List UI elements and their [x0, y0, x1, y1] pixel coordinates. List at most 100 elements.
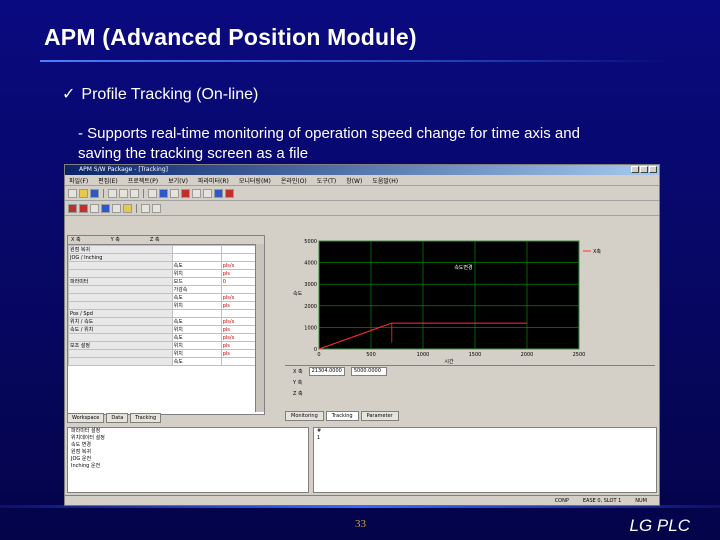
axis-z-header[interactable]: Z 축 — [150, 236, 160, 244]
jog-icon[interactable] — [123, 203, 132, 213]
parameter-panel: X 축 Y 축 Z 축 원점 복귀 JOG / Inching 속도 pls/s 위치 p… — [67, 235, 265, 415]
title-rule — [40, 60, 670, 62]
parameter-row[interactable]: 가감속 — [68, 285, 265, 294]
axis-icon[interactable] — [101, 203, 110, 213]
menu-file[interactable]: 파일(F) — [69, 176, 88, 185]
parameter-label: Pos / Spd — [68, 309, 173, 318]
message-row[interactable]: 위치데이터 설정 — [68, 435, 308, 442]
parameter-row[interactable]: 위치 pls — [68, 269, 265, 278]
x-tick-label: 1500 — [469, 352, 482, 358]
toolbar-separator — [143, 188, 144, 198]
check-icon: ✓ — [62, 86, 76, 103]
parameter-label — [68, 269, 173, 278]
parameter-row[interactable]: JOG / Inching — [68, 253, 265, 262]
chart-annotation: 속도변경 — [454, 264, 472, 271]
parameter-unit: 속도 — [171, 333, 222, 342]
menu-project[interactable]: 프로젝트(P) — [128, 176, 158, 185]
menu-window[interactable]: 창(W) — [346, 176, 362, 185]
parameter-row[interactable]: 원점 복귀 — [68, 245, 265, 254]
tab-tracking[interactable]: Tracking — [325, 411, 359, 421]
parameter-row[interactable]: 보조 설정 위치 pls — [68, 341, 265, 350]
tab-data[interactable]: Data — [106, 413, 129, 423]
menu-help[interactable]: 도움말(H) — [372, 176, 398, 185]
parameter-row[interactable]: 위치 / 속도 속도 pls/s — [68, 317, 265, 326]
disconnect-icon[interactable] — [170, 188, 179, 198]
parameter-label: 위치 / 속도 — [68, 317, 173, 326]
step-icon[interactable] — [90, 203, 99, 213]
sub-bullet: - Supports real-time monitoring of opera… — [78, 124, 688, 164]
home-icon[interactable] — [112, 203, 121, 213]
toolbar-2 — [65, 201, 659, 216]
max-field[interactable]: 5000.0000 — [350, 367, 387, 376]
stop-icon[interactable] — [181, 188, 190, 198]
message-row[interactable]: 속도 변경 — [68, 442, 308, 449]
parameter-unit: 위치 — [171, 341, 222, 350]
minimize-button[interactable] — [631, 166, 639, 173]
connect-icon[interactable] — [159, 188, 168, 198]
status-bar: CONP EASE 0, SLOT 1 NUM — [65, 495, 659, 505]
run-icon[interactable] — [68, 203, 77, 213]
control-row: X 축 21304.0000 5000.0000 — [285, 366, 655, 377]
parameter-row[interactable]: 속도 — [68, 357, 265, 366]
parameter-unit: 위치 — [171, 269, 222, 278]
record-icon[interactable] — [225, 188, 234, 198]
parameter-row[interactable]: 파라미터 모드 0 — [68, 277, 265, 286]
parameter-row[interactable]: 속도 pls/s — [68, 261, 265, 270]
parameter-row[interactable]: 속도 pls/s — [68, 293, 265, 302]
read-icon[interactable] — [203, 188, 212, 198]
parameter-row[interactable]: 속도 pls/s — [68, 333, 265, 342]
page-number: 33 — [355, 518, 366, 530]
zoom-in-icon[interactable] — [141, 203, 150, 213]
cut-icon[interactable] — [108, 188, 117, 198]
parameter-row[interactable]: 속도 / 위치 위치 pls — [68, 325, 265, 334]
parameter-label — [68, 349, 173, 358]
write-icon[interactable] — [192, 188, 201, 198]
save-icon[interactable] — [90, 188, 99, 198]
axis-x-header[interactable]: X 축 — [71, 236, 81, 244]
axis-y-header[interactable]: Y 축 — [111, 236, 120, 244]
parameter-unit: 위치 — [171, 301, 222, 310]
tab-monitoring[interactable]: Monitoring — [285, 411, 324, 421]
x-tick-label: 1000 — [417, 352, 430, 358]
menu-tools[interactable]: 도구(T) — [317, 176, 336, 185]
control-label-x: X 축 — [293, 369, 303, 375]
parameter-label — [68, 293, 173, 302]
x-axis-label: 시간 — [444, 358, 454, 365]
menu-parameter[interactable]: 파라미터(R) — [198, 176, 229, 185]
sub-bullet-line-1: - Supports real-time monitoring of opera… — [78, 125, 580, 142]
footer-rule — [0, 505, 720, 508]
menu-edit[interactable]: 편집(E) — [98, 176, 118, 185]
tab-tracking-left[interactable]: Tracking — [130, 413, 162, 423]
plot-background — [318, 240, 580, 350]
menu-view[interactable]: 보기(V) — [168, 176, 188, 185]
menu-monitoring[interactable]: 모니터링(M) — [239, 176, 271, 185]
tab-parameter[interactable]: Parameter — [360, 411, 399, 421]
menu-online[interactable]: 온라인(O) — [281, 176, 307, 185]
x-tick-label: 0 — [317, 352, 320, 358]
paste-icon[interactable] — [130, 188, 139, 198]
open-icon[interactable] — [79, 188, 88, 198]
tab-workspace[interactable]: Workspace — [67, 413, 105, 423]
close-button[interactable] — [649, 166, 657, 173]
monitor-icon[interactable] — [214, 188, 223, 198]
parameter-row[interactable]: Pos / Spd — [68, 309, 265, 318]
parameter-row[interactable]: 위치 pls — [68, 301, 265, 310]
print-icon[interactable] — [148, 188, 157, 198]
position-field[interactable]: 21304.0000 — [308, 367, 345, 376]
parameter-row[interactable]: 위치 pls — [68, 349, 265, 358]
parameter-unit: 속도 — [171, 261, 222, 270]
message-row[interactable]: 파라미터 설정 — [68, 428, 308, 435]
message-row[interactable]: 원점 복귀 — [68, 449, 308, 456]
parameter-unit — [171, 309, 222, 318]
new-icon[interactable] — [68, 188, 77, 198]
parameter-unit: 위치 — [171, 349, 222, 358]
parameter-scrollbar[interactable] — [255, 244, 264, 412]
message-row[interactable]: Inching 운전 — [68, 463, 308, 470]
stop-run-icon[interactable] — [79, 203, 88, 213]
parameter-label — [68, 285, 173, 294]
maximize-button[interactable] — [640, 166, 648, 173]
zoom-out-icon[interactable] — [152, 203, 161, 213]
control-label-y: Y 축 — [293, 380, 303, 386]
message-row[interactable]: JOG 운전 — [68, 456, 308, 463]
copy-icon[interactable] — [119, 188, 128, 198]
